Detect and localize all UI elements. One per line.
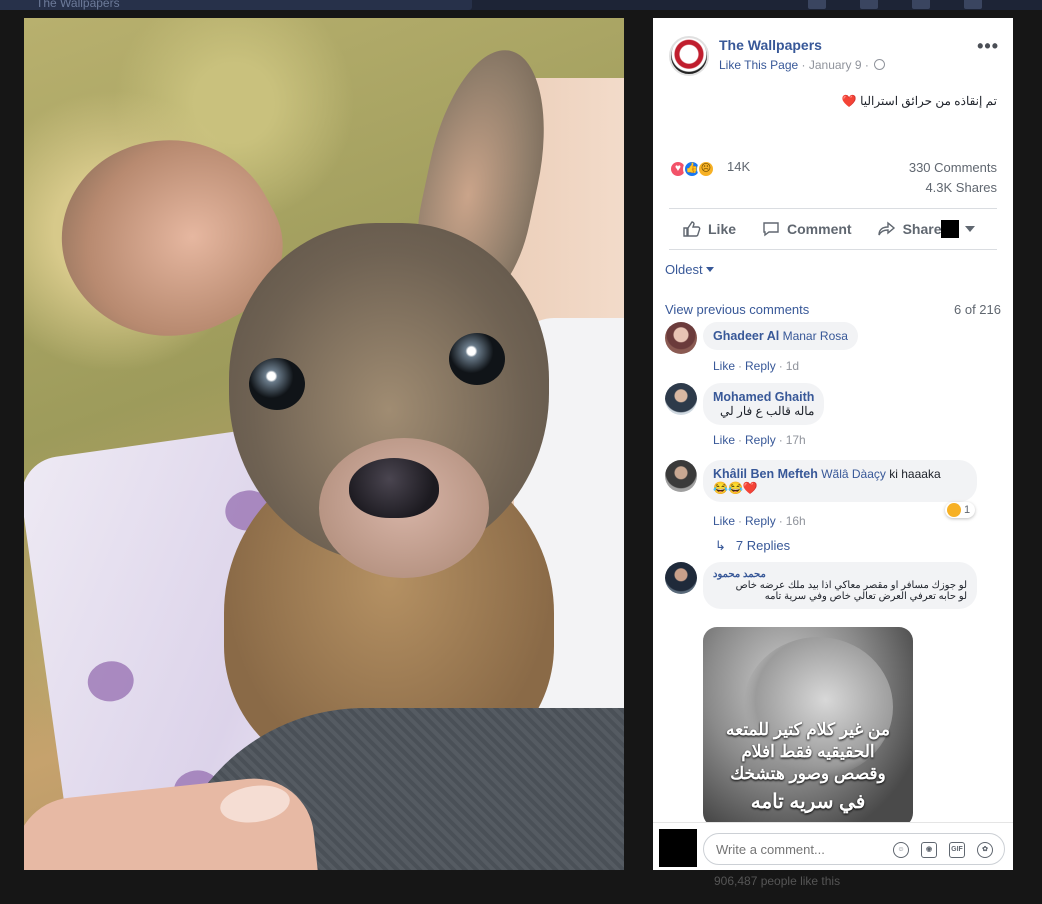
tagged-user[interactable]: Wãlâ Dàaçy bbox=[821, 467, 886, 481]
post-photo[interactable] bbox=[24, 18, 624, 870]
share-icon bbox=[877, 221, 895, 236]
commenter-avatar[interactable] bbox=[665, 460, 697, 492]
replies-label: 7 Replies bbox=[735, 538, 791, 553]
comment-time[interactable]: 16h bbox=[786, 514, 806, 528]
comment-reply-link[interactable]: Reply bbox=[745, 359, 776, 373]
comment-button-label: Comment bbox=[787, 221, 852, 237]
comment-time[interactable]: 17h bbox=[786, 433, 806, 447]
comment-icon bbox=[763, 222, 779, 237]
image-caption-line: في سريه تامه bbox=[750, 791, 866, 813]
comment-reply-link[interactable]: Reply bbox=[745, 514, 776, 528]
view-previous-comments-link[interactable]: View previous comments bbox=[665, 302, 809, 317]
share-button-label: Share bbox=[902, 221, 942, 237]
sort-chevron-icon bbox=[705, 267, 714, 272]
comment-actions: Like · Reply · 16h bbox=[713, 514, 806, 528]
comment-like-link[interactable]: Like bbox=[713, 514, 735, 528]
like-button-label: Like bbox=[708, 221, 737, 237]
comment-text: ki haaaka bbox=[889, 467, 941, 481]
post-side-panel: The Wallpapers Like This Page · January … bbox=[653, 18, 1013, 870]
page-name-link[interactable]: The Wallpapers bbox=[719, 37, 822, 53]
comment-text: لو جوزك مسافر او مقصر معاكي اذا بيد ملك … bbox=[735, 580, 967, 591]
post-text: تم إنقاذه من حرائق استراليا ❤️ bbox=[842, 94, 997, 108]
post-actions-bar: Like Comment Share bbox=[669, 208, 997, 250]
post-date[interactable]: January 9 bbox=[809, 58, 862, 72]
emoji-icon[interactable]: ☺ bbox=[893, 842, 909, 858]
reactions-summary: ♥ 👍 ☹ 14K 330 Comments 4.3K Shares bbox=[669, 158, 997, 198]
comment-like-link[interactable]: Like bbox=[713, 359, 735, 373]
comment-item: Mohamed Ghaith ماله قالب ع فار لي Like · R… bbox=[665, 383, 1001, 448]
page-avatar[interactable] bbox=[669, 36, 709, 76]
heart-emoji: ❤️ bbox=[841, 94, 857, 108]
comment-bubble: محمد محمود لو جوزك مسافر او مقصر معاكي ا… bbox=[703, 562, 977, 609]
view-replies-link[interactable]: ↳ 7 Replies bbox=[715, 538, 790, 554]
chevron-down-icon bbox=[965, 226, 975, 232]
commenter-name[interactable]: Ghadeer Al bbox=[713, 329, 779, 343]
sticker-icon[interactable]: ✿ bbox=[977, 842, 993, 858]
wallaby-eye-left bbox=[249, 358, 305, 410]
comment-reply-link[interactable]: Reply bbox=[745, 433, 776, 447]
haha-reaction-icon bbox=[947, 503, 961, 517]
wallaby-eye-right bbox=[449, 333, 505, 385]
shares-count-link[interactable]: 4.3K Shares bbox=[925, 180, 997, 195]
post-header: The Wallpapers Like This Page · January … bbox=[669, 36, 999, 76]
comment-actions: Like · Reply · 1d bbox=[713, 359, 800, 373]
comment-item: Khâlil Ben Mefteh Wãlâ Dàaçy ki haaaka 😂… bbox=[665, 460, 1001, 530]
commenter-avatar[interactable] bbox=[665, 322, 697, 354]
comment-text: ماله قالب ع فار لي bbox=[720, 404, 815, 418]
comments-page-count: 6 of 216 bbox=[954, 302, 1001, 317]
reply-arrow-icon: ↳ bbox=[715, 538, 726, 553]
image-caption-line: الحقيقيه فقط افلام bbox=[741, 742, 875, 761]
image-caption-line: وقصص وصور هتشخك bbox=[730, 764, 886, 783]
comment-bubble: Mohamed Ghaith ماله قالب ع فار لي bbox=[703, 383, 825, 425]
like-page-link[interactable]: Like This Page bbox=[719, 58, 798, 72]
commenter-name[interactable]: Mohamed Ghaith bbox=[713, 390, 814, 404]
comment-button[interactable]: Comment bbox=[762, 221, 852, 237]
comment-item: Ghadeer Al Manar Rosa Like · Reply · 1d bbox=[665, 322, 1001, 373]
commenter-name[interactable]: محمد محمود bbox=[713, 569, 967, 580]
post-as-selector[interactable] bbox=[941, 220, 975, 238]
commenter-avatar[interactable] bbox=[665, 383, 697, 415]
comment-reaction-badge[interactable]: 1 bbox=[945, 502, 976, 518]
composer-avatar bbox=[659, 829, 697, 867]
image-caption-line: من غير كلام كتير للمتعه bbox=[726, 720, 890, 739]
gif-icon[interactable]: GIF bbox=[949, 842, 965, 858]
reaction-icons[interactable]: ♥ 👍 ☹ bbox=[669, 160, 715, 178]
sort-label: Oldest bbox=[665, 262, 703, 277]
comment-sort-dropdown[interactable]: Oldest bbox=[665, 262, 714, 277]
comment-time[interactable]: 1d bbox=[786, 359, 799, 373]
profile-thumbnail bbox=[941, 220, 959, 238]
background-likes-text: 906,487 people like this bbox=[714, 874, 841, 888]
globe-icon bbox=[874, 59, 886, 70]
background-tab-title: The Wallpapers bbox=[36, 0, 120, 10]
sad-reaction-icon: ☹ bbox=[697, 160, 715, 178]
comment-composer: ☺ ◉ GIF ✿ bbox=[653, 822, 1013, 870]
more-options-icon[interactable]: ••• bbox=[977, 36, 999, 57]
composer-icons: ☺ ◉ GIF ✿ bbox=[893, 842, 993, 858]
post-meta: Like This Page · January 9 · bbox=[719, 58, 886, 72]
tagged-user[interactable]: Manar Rosa bbox=[783, 329, 848, 343]
comment-emojis: 😂😂❤️ bbox=[713, 481, 758, 495]
thumbs-up-icon bbox=[683, 221, 701, 237]
comments-count-link[interactable]: 330 Comments bbox=[909, 160, 997, 175]
background-nav-icons bbox=[808, 0, 982, 9]
like-button[interactable]: Like bbox=[683, 221, 736, 237]
comment-bubble: Khâlil Ben Mefteh Wãlâ Dàaçy ki haaaka 😂… bbox=[703, 460, 977, 502]
background-tab: The Wallpapers bbox=[0, 0, 472, 10]
reaction-count[interactable]: 14K bbox=[727, 159, 750, 174]
camera-icon[interactable]: ◉ bbox=[921, 842, 937, 858]
comment-bubble: Ghadeer Al Manar Rosa bbox=[703, 322, 858, 350]
comment-reaction-count: 1 bbox=[964, 504, 971, 516]
commenter-avatar[interactable] bbox=[665, 562, 697, 594]
post-caption: تم إنقاذه من حرائق استراليا bbox=[860, 94, 997, 108]
comment-text-line2: لو حابه تعرفي العرض تعالي خاص وفي سرية ت… bbox=[764, 591, 967, 602]
share-button[interactable]: Share bbox=[877, 221, 942, 237]
comment-like-link[interactable]: Like bbox=[713, 433, 735, 447]
comment-actions: Like · Reply · 17h bbox=[713, 433, 806, 447]
commenter-name[interactable]: Khâlil Ben Mefteh bbox=[713, 467, 818, 481]
comment-attached-image[interactable]: من غير كلام كتير للمتعه الحقيقيه فقط افل… bbox=[703, 627, 913, 827]
